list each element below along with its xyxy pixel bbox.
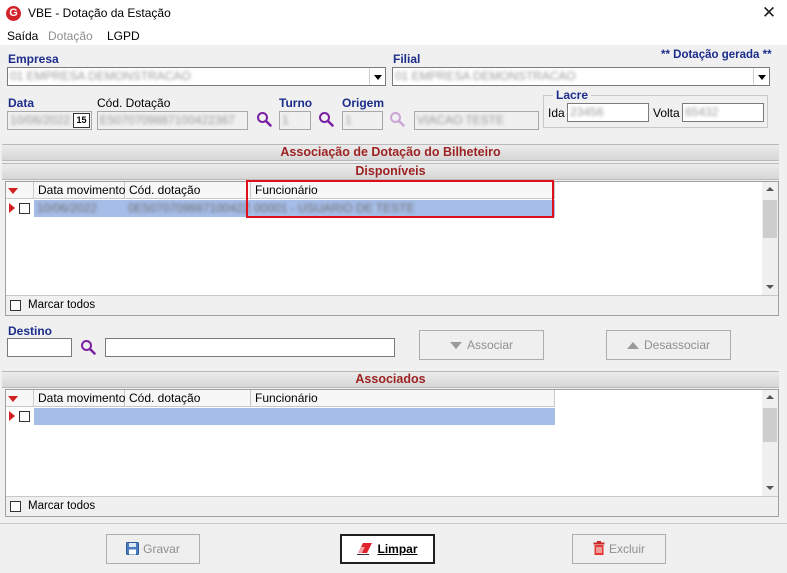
origem-desc-field[interactable]: VIACAO TESTE — [414, 111, 539, 130]
marcar-todos-label: Marcar todos — [28, 299, 96, 311]
associar-button[interactable]: Associar — [419, 330, 544, 360]
empresa-select[interactable]: 01 EMPRESA DEMONSTRACAO — [7, 67, 386, 86]
data-value: 10/06/2022 — [10, 113, 71, 127]
cell-data-value: 10/06/2022 — [37, 201, 98, 215]
gravar-button[interactable]: Gravar — [106, 534, 200, 564]
lacre-label: Lacre — [553, 88, 592, 102]
marcar-todos-checkbox[interactable] — [10, 300, 21, 311]
origem-field[interactable]: 1 — [342, 111, 383, 130]
cell-data: 10/06/2022 — [34, 200, 125, 217]
cell-data — [34, 408, 125, 425]
destino-desc-field[interactable] — [105, 338, 395, 357]
empresa-value: 01 EMPRESA DEMONSTRACAO — [10, 69, 191, 83]
excluir-label: Excluir — [608, 542, 645, 556]
grid-corner[interactable] — [6, 390, 34, 407]
cell-cod — [125, 408, 251, 425]
associados-header: Associados — [2, 371, 779, 388]
scroll-thumb[interactable] — [763, 200, 777, 238]
status-badge: ** Dotação gerada ** — [661, 49, 772, 61]
associados-grid: Data movimento Cód. dotação Funcionário … — [5, 389, 779, 517]
associar-label: Associar — [466, 338, 513, 352]
data-label: Data — [8, 96, 35, 110]
close-icon[interactable]: ✕ — [757, 2, 781, 24]
sort-down-icon — [8, 396, 18, 402]
grid-footer: Marcar todos — [6, 496, 778, 516]
volta-value: 65432 — [685, 105, 719, 119]
limpar-label: Limpar — [377, 542, 418, 556]
save-icon — [126, 542, 140, 555]
cell-cod-value: 0E5070709887100422367 — [128, 201, 251, 215]
grid-footer: Marcar todos — [6, 295, 778, 315]
col-cod-dotacao[interactable]: Cód. dotação — [125, 182, 251, 199]
eraser-icon — [357, 543, 373, 555]
scrollbar[interactable] — [762, 390, 778, 496]
scroll-thumb[interactable] — [763, 408, 777, 442]
scroll-down-icon[interactable] — [762, 279, 778, 295]
col-data-movimento[interactable]: Data movimento — [34, 182, 125, 199]
ida-field[interactable]: 23456 — [567, 103, 649, 122]
chevron-down-icon[interactable] — [369, 68, 385, 85]
row-pointer-icon — [9, 411, 15, 421]
marcar-todos-checkbox[interactable] — [10, 501, 21, 512]
cod-dotacao-value: E5070709887100422367 — [100, 113, 235, 127]
limpar-button[interactable]: Limpar — [340, 534, 435, 564]
sort-down-icon — [8, 188, 18, 194]
chevron-down-icon[interactable] — [753, 68, 769, 85]
volta-field[interactable]: 65432 — [682, 103, 764, 122]
row-checkbox[interactable] — [19, 411, 30, 422]
gravar-label: Gravar — [143, 542, 180, 556]
destino-code-field[interactable] — [7, 338, 72, 357]
search-icon[interactable] — [389, 111, 405, 127]
col-funcionario[interactable]: Funcionário — [251, 390, 555, 407]
filial-label: Filial — [393, 52, 421, 66]
disponiveis-header: Disponíveis — [2, 163, 779, 180]
cod-dotacao-field[interactable]: E5070709887100422367 — [97, 111, 248, 130]
origem-value: 1 — [345, 113, 352, 127]
excluir-button[interactable]: Excluir — [572, 534, 666, 564]
scroll-up-icon[interactable] — [762, 390, 778, 406]
col-data-movimento[interactable]: Data movimento — [34, 390, 125, 407]
origem-label: Origem — [342, 96, 385, 110]
search-icon[interactable] — [256, 111, 272, 127]
arrow-up-icon — [626, 342, 639, 350]
menu-dotacao[interactable]: Dotação — [48, 29, 93, 43]
scrollbar[interactable] — [762, 182, 778, 295]
trash-icon — [593, 541, 605, 555]
table-row[interactable] — [6, 408, 555, 425]
menu-lgpd[interactable]: LGPD — [107, 29, 140, 43]
cell-func — [251, 408, 555, 425]
turno-value: 1 — [282, 113, 289, 127]
app-logo-icon: G — [6, 6, 21, 21]
grid-corner[interactable] — [6, 182, 34, 199]
col-cod-dotacao[interactable]: Cód. dotação — [125, 390, 251, 407]
turno-field[interactable]: 1 — [279, 111, 311, 130]
section-main-header: Associação de Dotação do Bilheteiro — [2, 144, 779, 161]
calendar-icon[interactable]: 15 — [73, 113, 90, 128]
origem-desc-value: VIACAO TESTE — [417, 113, 505, 127]
divider — [0, 523, 787, 524]
marcar-todos-label: Marcar todos — [28, 500, 96, 512]
scroll-down-icon[interactable] — [762, 480, 778, 496]
row-checkbox[interactable] — [19, 203, 30, 214]
cell-cod: 0E5070709887100422367 — [125, 200, 251, 217]
window-title: VBE - Dotação da Estação — [28, 6, 171, 20]
search-icon[interactable] — [80, 339, 96, 355]
volta-label: Volta — [653, 106, 680, 120]
empresa-label: Empresa — [8, 52, 59, 66]
ida-label: Ida — [548, 106, 565, 120]
filial-value: 01 EMPRESA DEMONSTRACAO — [395, 69, 576, 83]
menu-saida[interactable]: Saída — [7, 29, 38, 43]
destino-label: Destino — [8, 324, 53, 338]
desassociar-button[interactable]: Desassociar — [606, 330, 731, 360]
desassociar-label: Desassociar — [643, 338, 711, 352]
search-icon[interactable] — [318, 111, 334, 127]
filial-select[interactable]: 01 EMPRESA DEMONSTRACAO — [392, 67, 770, 86]
cod-dotacao-label: Cód. Dotação — [97, 96, 171, 110]
scroll-up-icon[interactable] — [762, 182, 778, 198]
turno-label: Turno — [279, 96, 313, 110]
arrow-down-icon — [449, 342, 462, 350]
ida-value: 23456 — [570, 105, 604, 119]
highlight-box — [246, 180, 554, 218]
row-pointer-icon — [9, 203, 15, 213]
